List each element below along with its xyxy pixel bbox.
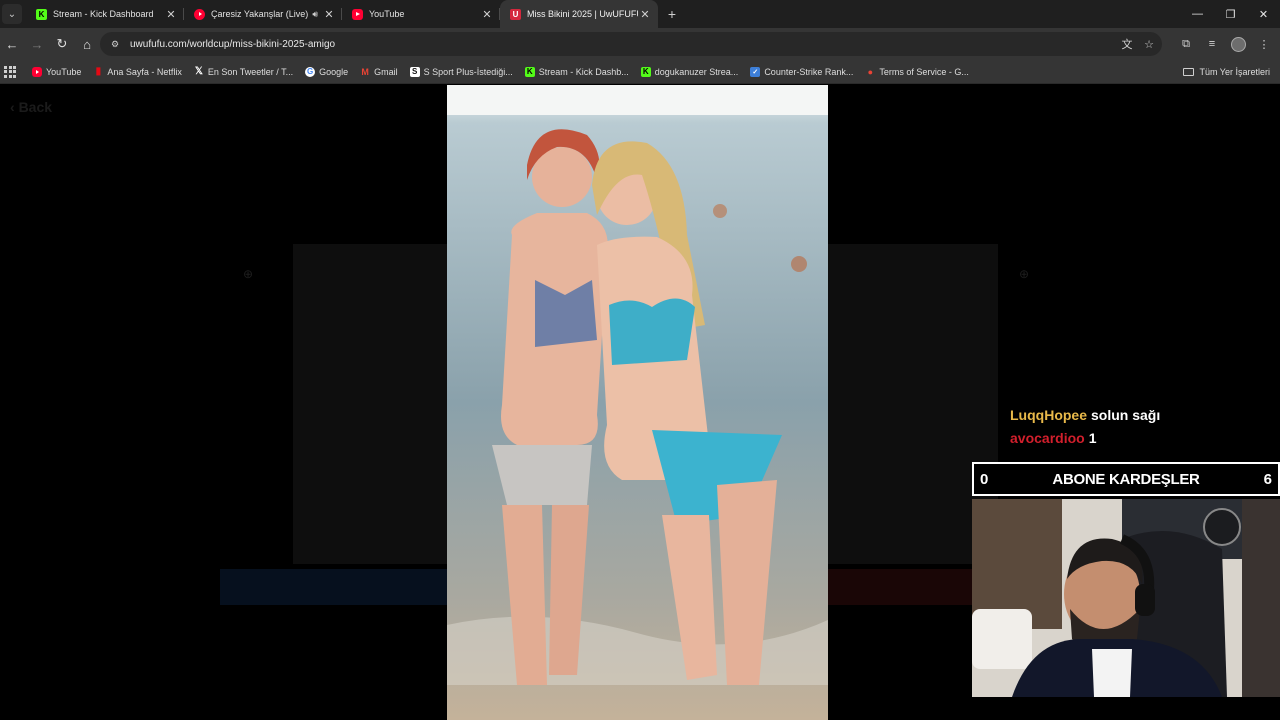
bookmark-x[interactable]: 𝕏 En Son Tweetler / T... — [194, 66, 294, 77]
bookmark-folder-label: Tüm Yer İşaretleri — [1199, 67, 1270, 77]
media-controls-icon[interactable]: ≡ — [1200, 32, 1224, 56]
kick-icon: K — [36, 8, 47, 20]
page-content: ‹ Back ⊕ ⊕ LuqqHopee solun sağı avocardi… — [0, 85, 1280, 720]
youtube-music-icon — [194, 8, 205, 20]
bookmark-youtube[interactable]: YouTube — [32, 66, 82, 77]
close-icon[interactable]: ✕ — [638, 8, 652, 21]
tab-youtube-live[interactable]: Çaresiz Yakanşlar (Live) - Yo 🔊︎ ✕ — [184, 0, 342, 28]
goal-title: ABONE KARDEŞLER — [1052, 470, 1200, 488]
bookmark-counter-strike[interactable]: ✓ Counter-Strike Rank... — [750, 66, 854, 77]
reload-button[interactable]: ↻ — [50, 32, 74, 56]
tab-title: YouTube — [369, 9, 405, 19]
bookmark-terms[interactable]: ● Terms of Service - G... — [865, 67, 969, 77]
new-tab-button[interactable]: + — [660, 0, 684, 28]
zoom-icon[interactable]: ⊕ — [1019, 267, 1029, 281]
speaker-icon[interactable]: 🔊︎ — [312, 9, 318, 20]
toolbar-actions: ⧉ ≡ ⋮ — [1174, 32, 1276, 56]
bookmark-label: Terms of Service - G... — [879, 66, 969, 77]
tab-title: Stream - Kick Dashboard — [53, 9, 154, 19]
enlarged-photo[interactable] — [447, 85, 828, 720]
bookmark-kick-dashboard[interactable]: K Stream - Kick Dashb... — [524, 66, 629, 77]
tab-kick-dashboard[interactable]: K Stream - Kick Dashboard ✕ — [26, 0, 184, 28]
browser-toolbar: ← → ↻ ⌂ ⚙ uwufufu.com/worldcup/miss-biki… — [0, 28, 1280, 60]
bookmark-label: dogukanuzer Strea... — [654, 66, 739, 77]
chat-username: avocardioo — [1010, 430, 1085, 446]
restore-button[interactable]: ❐ — [1214, 0, 1247, 28]
back-label: Back — [18, 99, 53, 115]
close-icon[interactable]: ✕ — [480, 8, 494, 21]
back-link[interactable]: ‹ Back — [10, 99, 52, 115]
cs-icon: ✓ — [750, 66, 761, 77]
menu-icon[interactable]: ⋮ — [1252, 32, 1276, 56]
extensions-icon[interactable]: ⧉ — [1174, 32, 1198, 56]
bookmark-star-icon[interactable]: ☆ — [1142, 38, 1156, 51]
gmail-icon: M — [361, 66, 369, 77]
bookmark-label: Google — [319, 66, 349, 77]
choose-right-button[interactable] — [828, 569, 972, 605]
bookmark-label: Gmail — [374, 66, 398, 77]
bookmark-label: S Sport Plus-İstediği... — [423, 66, 513, 77]
chat-message: LuqqHopee solun sağı — [1010, 404, 1160, 427]
window-controls: — ❐ ✕ — [1181, 0, 1280, 28]
chat-message: avocardioo 1 — [1010, 427, 1160, 450]
bookmark-ssport[interactable]: S S Sport Plus-İstediği... — [409, 66, 513, 77]
bookmark-label: Ana Sayfa - Netflix — [107, 66, 182, 77]
goal-target: 6 — [1263, 470, 1272, 488]
avatar — [1230, 36, 1246, 52]
beach-photo-illustration — [447, 85, 828, 720]
bookmark-label: Stream - Kick Dashb... — [538, 66, 629, 77]
tab-title: Miss Bikini 2025 | UwUFUFU — [527, 9, 638, 19]
forward-button[interactable]: → — [25, 32, 49, 56]
bookmark-label: Counter-Strike Rank... — [764, 66, 854, 77]
ssport-icon: S — [409, 66, 420, 77]
folder-icon — [1183, 68, 1195, 76]
tab-uwufufu[interactable]: U Miss Bikini 2025 | UwUFUFU ✕ — [500, 0, 658, 28]
profile-avatar[interactable] — [1226, 32, 1250, 56]
webcam-illustration — [972, 499, 1280, 697]
bookmarks-bar: YouTube ▮ Ana Sayfa - Netflix 𝕏 En Son T… — [0, 60, 1280, 84]
bookmark-google[interactable]: G Google — [305, 66, 349, 77]
close-icon[interactable]: ✕ — [164, 8, 178, 21]
minimize-button[interactable]: — — [1181, 0, 1214, 28]
choice-card-left[interactable] — [293, 244, 447, 564]
close-window-button[interactable]: ✕ — [1247, 0, 1280, 28]
chat-text: 1 — [1088, 430, 1097, 446]
bookmark-label: YouTube — [46, 66, 82, 77]
home-button[interactable]: ⌂ — [75, 32, 99, 56]
site-info-icon[interactable]: ⚙ — [108, 37, 122, 51]
kick-icon: K — [640, 66, 651, 77]
netflix-icon: ▮ — [95, 66, 102, 77]
tab-strip: ⌄ K Stream - Kick Dashboard ✕ Çaresiz Ya… — [0, 0, 1280, 28]
bookmark-netflix[interactable]: ▮ Ana Sayfa - Netflix — [93, 66, 182, 77]
tab-youtube[interactable]: YouTube ✕ — [342, 0, 500, 28]
kick-icon: K — [524, 66, 535, 77]
apps-grid-icon[interactable] — [4, 65, 16, 78]
uwufufu-icon: U — [510, 8, 521, 20]
translate-icon[interactable]: 文 — [1120, 36, 1134, 52]
youtube-icon — [352, 8, 363, 20]
url-text: uwufufu.com/worldcup/miss-bikini-2025-am… — [130, 38, 336, 50]
youtube-icon — [32, 66, 42, 77]
close-icon[interactable]: ✕ — [322, 8, 336, 21]
tab-search-button[interactable]: ⌄ — [2, 4, 22, 24]
all-bookmarks-folder[interactable]: Tüm Yer İşaretleri — [1183, 60, 1270, 84]
tab-title: Çaresiz Yakanşlar (Live) - Yo — [211, 9, 309, 19]
zoom-icon[interactable]: ⊕ — [243, 267, 253, 281]
choose-left-button[interactable] — [220, 569, 447, 605]
stream-chat-overlay: LuqqHopee solun sağı avocardioo 1 — [1010, 404, 1160, 450]
x-icon: 𝕏 — [194, 66, 203, 77]
chat-username: LuqqHopee — [1010, 407, 1087, 423]
bookmark-gmail[interactable]: M Gmail — [360, 66, 398, 77]
address-bar[interactable]: ⚙ uwufufu.com/worldcup/miss-bikini-2025-… — [100, 32, 1162, 56]
goal-current: 0 — [980, 470, 989, 488]
back-button[interactable]: ← — [0, 32, 24, 56]
bookmark-dogukanuzer[interactable]: K dogukanuzer Strea... — [640, 66, 739, 77]
omnibox-actions: 文 ☆ — [1120, 32, 1156, 56]
streamer-webcam — [972, 499, 1280, 697]
bookmark-label: En Son Tweetler / T... — [207, 66, 294, 77]
chat-text: solun sağı — [1091, 407, 1161, 423]
google-icon: G — [305, 66, 316, 77]
maps-pin-icon: ● — [867, 66, 874, 77]
subscriber-goal-bar: 0 ABONE KARDEŞLER 6 — [972, 462, 1280, 496]
